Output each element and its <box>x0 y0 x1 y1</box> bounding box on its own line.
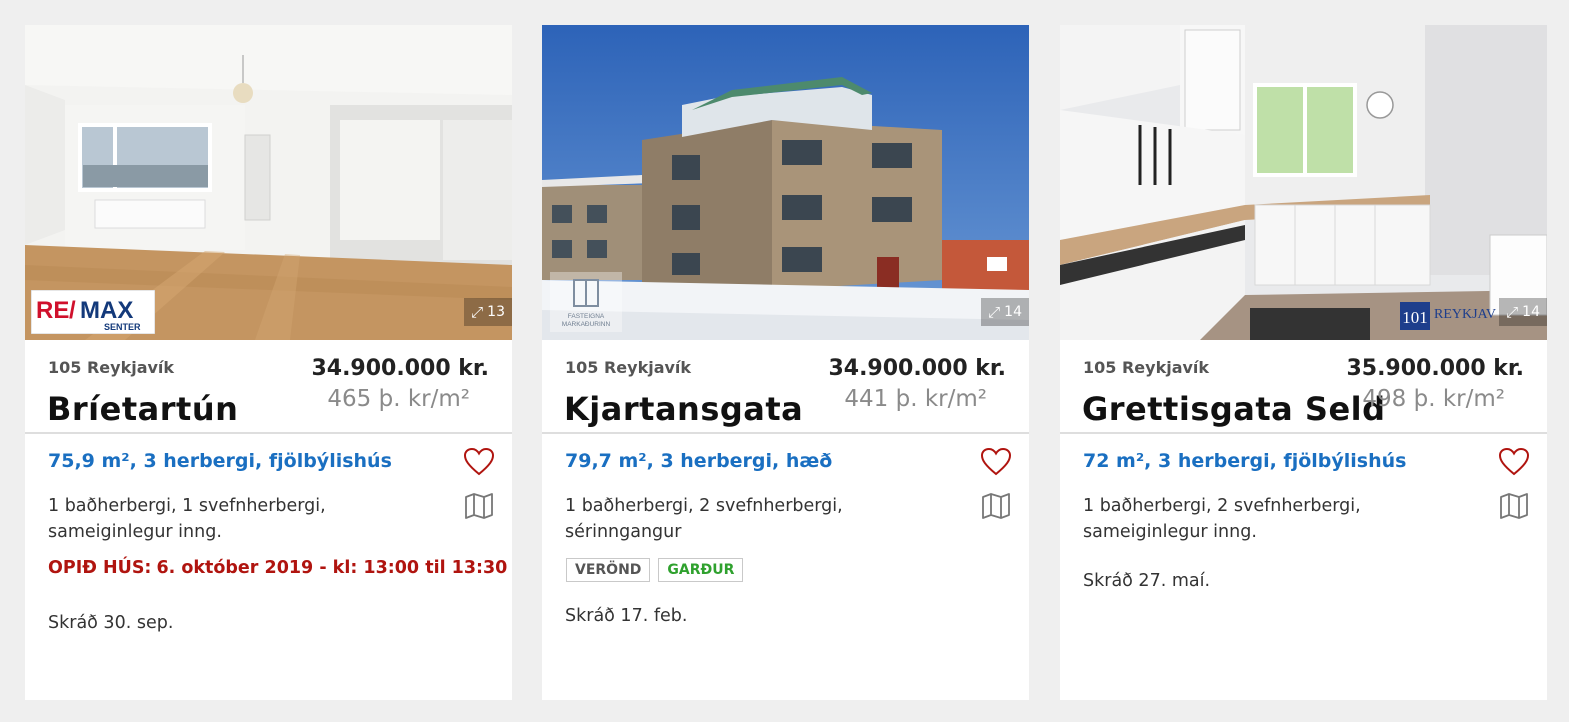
heart-outline-icon[interactable] <box>1499 448 1529 476</box>
agency-logo: 101 REYKJAV <box>1400 300 1512 332</box>
tag-veroend: VERÖND <box>566 558 651 582</box>
svg-text:REYKJAV: REYKJAV <box>1434 307 1496 322</box>
svg-text:FASTEIGNA: FASTEIGNA <box>568 313 605 320</box>
card-header: 105 Reykjavík Grettisgata Seld 35.900.00… <box>1060 340 1547 434</box>
open-house: OPIÐ HÚS: 6. október 2019 - kl: 13:00 til… <box>48 558 507 578</box>
property-card[interactable]: RE / MAX SENTER ⤢ 13 105 Reykjavík Bríet… <box>25 25 512 700</box>
photo-count: 14 <box>1522 304 1540 320</box>
svg-text:101: 101 <box>1402 308 1428 327</box>
remax-logo: RE / MAX SENTER <box>31 290 155 334</box>
location: 105 Reykjavík <box>1083 358 1210 377</box>
svg-text:RE: RE <box>36 297 69 324</box>
listed-date: Skráð 17. feb. <box>565 606 688 626</box>
price: 35.900.000 kr. <box>1346 356 1524 381</box>
price: 34.900.000 kr. <box>311 356 489 381</box>
open-house-time: 6. október 2019 - kl: 13:00 til 13:30 <box>156 558 508 578</box>
kitchen-photo <box>1060 25 1547 340</box>
location: 105 Reykjavík <box>48 358 175 377</box>
open-house-label: OPIÐ HÚS: <box>48 558 152 578</box>
price-per-sqm: 465 þ. kr/m² <box>327 386 470 412</box>
property-details: 1 baðherbergi, 2 svefnherbergi, sameigin… <box>1083 496 1361 542</box>
property-summary: 79,7 m², 3 herbergi, hæð <box>565 450 833 472</box>
map-icon[interactable] <box>465 493 493 519</box>
expand-icon: ⤢ <box>471 303 484 321</box>
price: 34.900.000 kr. <box>828 356 1006 381</box>
feature-tags: VERÖND GARÐUR <box>566 558 744 582</box>
property-card[interactable]: FASTEIGNA MARKAÐURINN ⤢ 14 105 Reykjavík… <box>542 25 1029 700</box>
map-icon[interactable] <box>1500 493 1528 519</box>
property-summary: 72 m², 3 herbergi, fjölbýlishús <box>1083 450 1407 472</box>
fasteignamarkadurinn-logo: FASTEIGNA MARKAÐURINN <box>550 272 622 332</box>
reykjavik-fasteignasala-logo: 101 REYKJAV <box>1400 302 1496 330</box>
card-header: 105 Reykjavík Kjartansgata 34.900.000 kr… <box>542 340 1029 434</box>
heart-outline-icon[interactable] <box>981 448 1011 476</box>
street-name[interactable]: Kjartansgata <box>564 390 803 428</box>
svg-text:/: / <box>69 297 76 324</box>
property-details: 1 baðherbergi, 2 svefnherbergi, sérinnga… <box>565 496 843 542</box>
property-photo[interactable]: FASTEIGNA MARKAÐURINN ⤢ 14 <box>542 25 1029 340</box>
street-name[interactable]: Grettisgata Seld <box>1082 390 1386 428</box>
property-card[interactable]: 101 REYKJAV ⤢ 14 105 Reykjavík Grettisga… <box>1060 25 1547 700</box>
property-photo[interactable]: RE / MAX SENTER ⤢ 13 <box>25 25 512 340</box>
expand-icon: ⤢ <box>988 303 1001 321</box>
street-name[interactable]: Bríetartún <box>47 390 238 428</box>
listed-date: Skráð 30. sep. <box>48 613 174 633</box>
svg-text:MARKAÐURINN: MARKAÐURINN <box>562 321 611 328</box>
property-summary: 75,9 m², 3 herbergi, fjölbýlishús <box>48 450 392 472</box>
expand-icon: ⤢ <box>1506 303 1519 321</box>
card-header: 105 Reykjavík Bríetartún 34.900.000 kr. … <box>25 340 512 434</box>
price-per-sqm: 498 þ. kr/m² <box>1362 386 1505 412</box>
photo-count-badge[interactable]: ⤢ 14 <box>981 298 1029 326</box>
listed-date: Skráð 27. maí. <box>1083 571 1211 591</box>
price-per-sqm: 441 þ. kr/m² <box>844 386 987 412</box>
map-icon[interactable] <box>982 493 1010 519</box>
tag-gardur: GARÐUR <box>658 558 744 582</box>
photo-count-badge[interactable]: ⤢ 13 <box>464 298 512 326</box>
property-photo[interactable]: 101 REYKJAV ⤢ 14 <box>1060 25 1547 340</box>
photo-count: 14 <box>1004 304 1022 320</box>
photo-count-badge[interactable]: ⤢ 14 <box>1499 298 1547 326</box>
agency-logo: RE / MAX SENTER <box>31 290 155 334</box>
location: 105 Reykjavík <box>565 358 692 377</box>
property-details: 1 baðherbergi, 1 svefnherbergi, sameigin… <box>48 496 326 542</box>
agency-logo: FASTEIGNA MARKAÐURINN <box>550 272 622 332</box>
heart-outline-icon[interactable] <box>464 448 494 476</box>
svg-text:MAX: MAX <box>80 297 133 324</box>
photo-count: 13 <box>487 304 505 320</box>
svg-text:SENTER: SENTER <box>104 322 141 332</box>
